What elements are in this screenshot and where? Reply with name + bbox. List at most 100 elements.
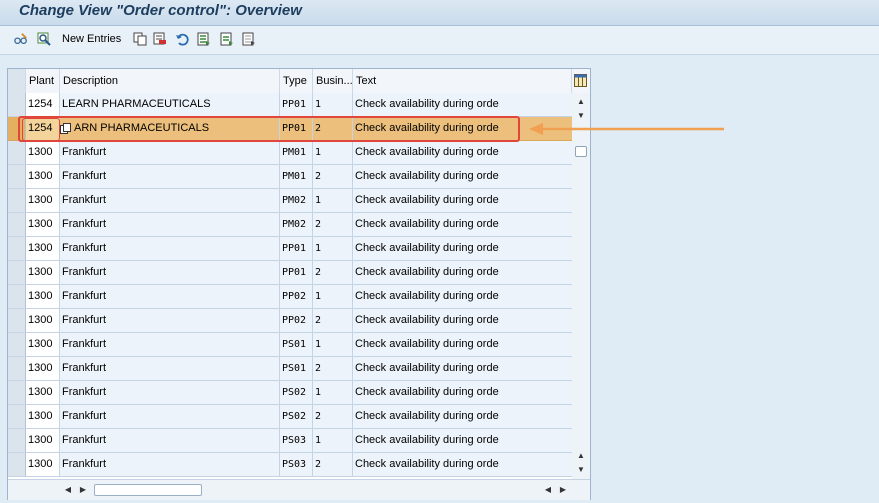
cell-plant[interactable]: 1300 [26,405,60,428]
cell-plant[interactable]: 1300 [26,357,60,380]
cell-text[interactable]: Check availability during orde [353,453,572,476]
new-entries-button[interactable]: New Entries [62,33,121,45]
cell-plant[interactable]: 1300 [26,213,60,236]
cell-business[interactable]: 2 [313,261,353,284]
column-plant[interactable]: Plant [26,69,60,93]
cell-type[interactable]: PM02 [280,213,313,236]
cell-type[interactable]: PS03 [280,453,313,476]
cell-type[interactable]: PM01 [280,165,313,188]
cell-type[interactable]: PS02 [280,405,313,428]
scroll-up-icon[interactable]: ▲ [576,97,586,107]
table-row[interactable]: 1300 Frankfurt PM02 1 Check availability dur… [8,189,572,213]
cell-type[interactable]: PP01 [280,237,313,260]
table-row[interactable]: 1300 Frankfurt PP01 1 Check availability dur… [8,237,572,261]
cell-text[interactable]: Check availability during orde [353,405,572,428]
scroll-right-icon[interactable]: ▶ [78,485,88,495]
undo-icon[interactable] [175,32,189,46]
select-block-icon[interactable] [220,32,234,46]
cell-business[interactable]: 1 [313,285,353,308]
deselect-all-icon[interactable] [242,32,256,46]
row-selector[interactable] [8,213,26,236]
cell-type[interactable]: PS01 [280,357,313,380]
cell-description[interactable]: Frankfurt [60,309,280,332]
cell-text[interactable]: Check availability during orde [353,189,572,212]
cell-description[interactable]: Frankfurt [60,189,280,212]
cell-description[interactable]: Frankfurt [60,261,280,284]
cell-description[interactable]: Frankfurt [60,381,280,404]
cell-description[interactable]: Frankfurt [60,333,280,356]
row-selector[interactable] [8,165,26,188]
row-selector[interactable] [8,357,26,380]
scroll-left-icon[interactable]: ◀ [63,485,73,495]
cell-text[interactable]: Check availability during orde [353,357,572,380]
scroll-left-end-icon[interactable]: ◀ [543,485,553,495]
cell-business[interactable]: 1 [313,429,353,452]
row-selector[interactable] [8,381,26,404]
cell-text[interactable]: Check availability during orde [353,333,572,356]
row-selector[interactable] [8,453,26,476]
cell-type[interactable]: PP02 [280,285,313,308]
table-row[interactable]: 1300 Frankfurt PS01 1 Check availability dur… [8,333,572,357]
cell-text[interactable]: Check availability during orde [353,213,572,236]
cell-business[interactable]: 2 [313,213,353,236]
cell-description[interactable]: Frankfurt [60,165,280,188]
cell-text[interactable]: Check availability during orde [353,237,572,260]
table-row[interactable]: 1300 Frankfurt PS02 2 Check availability dur… [8,405,572,429]
row-selector[interactable] [8,405,26,428]
cell-type[interactable]: PS01 [280,333,313,356]
horizontal-scrollbar[interactable]: ◀ ▶ ◀ ▶ [8,479,590,500]
cell-plant[interactable]: 1300 [26,141,60,164]
cell-description[interactable]: Frankfurt [60,453,280,476]
glasses-edit-icon[interactable] [14,32,28,46]
cell-business[interactable]: 2 [313,309,353,332]
cell-description[interactable]: Frankfurt [60,237,280,260]
cell-business[interactable]: 2 [313,453,353,476]
table-row[interactable]: 1300 Frankfurt PM02 2 Check availability dur… [8,213,572,237]
cell-plant[interactable]: 1300 [26,165,60,188]
table-row[interactable]: 1300 Frankfurt PM01 2 Check availability dur… [8,165,572,189]
scroll-thumb[interactable] [575,146,587,157]
table-row[interactable]: 1300 Frankfurt PP01 2 Check availability dur… [8,261,572,285]
table-row[interactable]: 1300 Frankfurt PS03 2 Check availability dur… [8,453,572,477]
scroll-down-icon[interactable]: ▼ [576,111,586,121]
cell-text[interactable]: Check availability during orde [353,285,572,308]
cell-description[interactable]: Frankfurt [60,285,280,308]
cell-description[interactable]: Frankfurt [60,357,280,380]
cell-type[interactable]: PM01 [280,141,313,164]
copy-icon[interactable] [133,32,147,46]
cell-plant[interactable]: 1300 [26,429,60,452]
row-selector[interactable] [8,429,26,452]
column-description[interactable]: Description [60,69,280,93]
table-row[interactable]: 1300 Frankfurt PP02 2 Check availability dur… [8,309,572,333]
cell-business[interactable]: 1 [313,381,353,404]
cell-plant[interactable]: 1300 [26,261,60,284]
cell-plant[interactable]: 1300 [26,381,60,404]
table-row[interactable]: 1300 Frankfurt PP02 1 Check availability dur… [8,285,572,309]
row-selector[interactable] [8,333,26,356]
cell-business[interactable]: 1 [313,93,353,116]
row-selector[interactable] [8,141,26,164]
cell-business[interactable]: 2 [313,357,353,380]
select-all-icon[interactable] [197,32,211,46]
row-selector[interactable] [8,93,26,116]
cell-type[interactable]: PS03 [280,429,313,452]
row-selector[interactable] [8,285,26,308]
scroll-right-end-icon[interactable]: ▶ [558,485,568,495]
cell-text[interactable]: Check availability during orde [353,381,572,404]
cell-business[interactable]: 1 [313,189,353,212]
vertical-scrollbar[interactable]: ▲ ▼ ▲ ▼ [572,93,590,479]
cell-plant[interactable]: 1300 [26,285,60,308]
scroll-up-bottom-icon[interactable]: ▲ [576,451,586,461]
table-row[interactable]: 1254 LEARN PHARMACEUTICALS PP01 1 Check avai… [8,93,572,117]
cell-type[interactable]: PS02 [280,381,313,404]
select-all-header[interactable] [8,69,26,93]
cell-description[interactable]: Frankfurt [60,213,280,236]
cell-type[interactable]: PM02 [280,189,313,212]
table-row[interactable]: 1300 Frankfurt PS01 2 Check availability dur… [8,357,572,381]
cell-business[interactable]: 1 [313,237,353,260]
row-selector[interactable] [8,309,26,332]
cell-business[interactable]: 2 [313,405,353,428]
cell-text[interactable]: Check availability during orde [353,141,572,164]
row-selector[interactable] [8,237,26,260]
cell-description[interactable]: LEARN PHARMACEUTICALS [60,93,280,116]
